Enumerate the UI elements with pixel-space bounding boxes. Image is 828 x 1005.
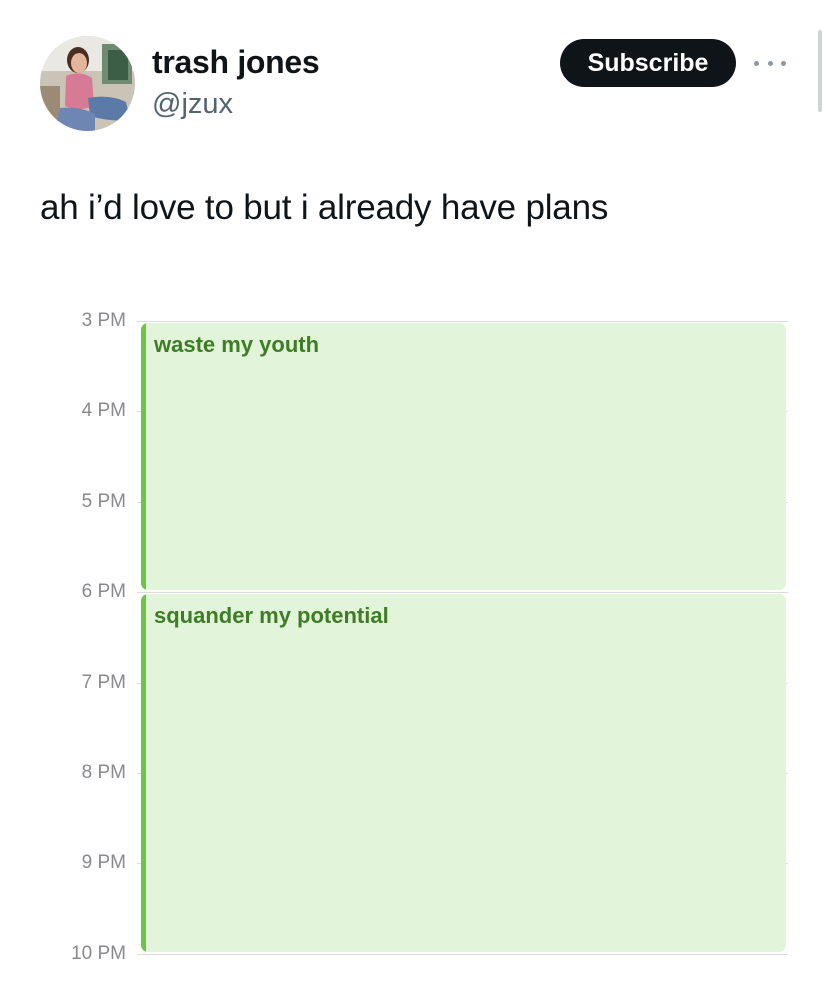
hour-line [137, 953, 788, 955]
hour-label: 8 PM [81, 762, 126, 783]
avatar-photo [40, 36, 135, 131]
post-text: ah i’d love to but i already have plans [40, 188, 609, 227]
hour-label: 3 PM [81, 310, 126, 331]
calendar-event[interactable]: waste my youth [141, 323, 786, 591]
scroll-indicator [818, 30, 822, 112]
user-handle[interactable]: @jzux [152, 88, 233, 121]
subscribe-button[interactable]: Subscribe [560, 39, 736, 87]
hour-line [137, 592, 788, 594]
event-title: squander my potential [154, 603, 389, 629]
more-dot [754, 60, 759, 66]
display-name[interactable]: trash jones [152, 44, 320, 81]
hour-label: 5 PM [81, 490, 126, 512]
calendar-day-view: 3 PM 4 PM 5 PM 6 PM 7 PM 8 PM 9 PM 10 PM… [0, 300, 828, 980]
more-dot [781, 60, 786, 66]
more-dot [767, 60, 773, 66]
hour-label: 4 PM [81, 400, 126, 422]
hour-label: 7 PM [81, 671, 126, 693]
hour-label: 6 PM [81, 581, 126, 603]
hour-line [137, 321, 788, 322]
event-title: waste my youth [154, 332, 320, 357]
hour-label: 10 PM [71, 942, 126, 964]
calendar-event[interactable]: squander my potential [141, 594, 786, 952]
hour-label: 9 PM [81, 852, 126, 874]
event-accent-bar [141, 323, 146, 591]
avatar[interactable] [40, 36, 135, 131]
more-horizontal-icon[interactable] [754, 57, 786, 69]
event-accent-bar [141, 594, 146, 952]
